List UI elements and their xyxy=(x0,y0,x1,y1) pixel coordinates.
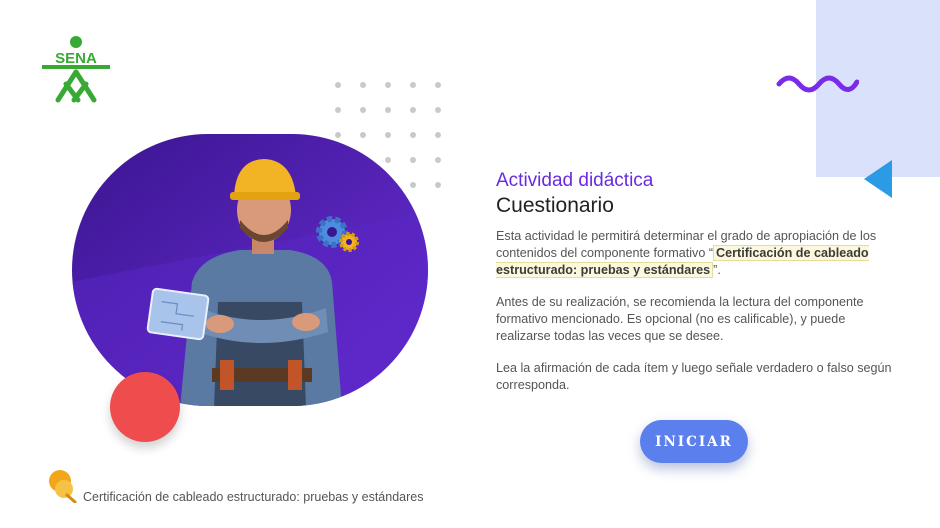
instructions-paragraph: Lea la afirmación de cada ítem y luego s… xyxy=(496,361,892,392)
recommendation-paragraph: Antes de su realización, se recomienda l… xyxy=(496,295,864,343)
activity-label: Actividad didáctica xyxy=(496,170,654,191)
technician-illustration xyxy=(72,134,428,406)
red-circle-decoration xyxy=(110,372,180,442)
logo-text: SENA xyxy=(55,50,97,67)
wave-decoration-icon xyxy=(776,75,859,93)
triangle-decoration-icon xyxy=(864,160,892,198)
pin-icon xyxy=(49,470,77,503)
description-closing: ”. xyxy=(713,263,721,277)
footer-component-name: Certificación de cableado estructurado: … xyxy=(83,490,424,504)
sena-logo-icon: SENA xyxy=(42,36,110,103)
page-title: Cuestionario xyxy=(496,194,614,217)
start-button[interactable]: INICIAR xyxy=(640,420,748,463)
description-paragraph: Esta actividad le permitirá determinar e… xyxy=(496,228,896,279)
